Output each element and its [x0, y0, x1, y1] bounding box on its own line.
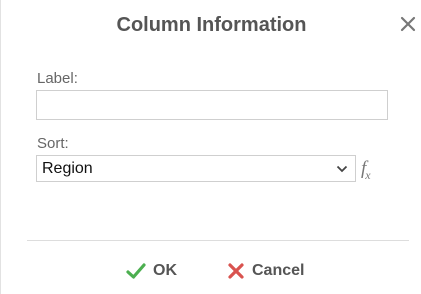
x-icon	[228, 263, 244, 279]
chevron-down-icon	[336, 165, 348, 173]
sort-caption: Sort:	[37, 135, 69, 152]
formula-button[interactable]: fx	[361, 158, 385, 182]
ok-label: OK	[153, 262, 177, 279]
fx-icon: fx	[361, 158, 371, 182]
label-input[interactable]	[36, 90, 388, 120]
dialog-title: Column Information	[116, 14, 307, 36]
ok-button[interactable]: OK	[126, 259, 177, 283]
close-button[interactable]	[398, 14, 418, 34]
column-information-dialog: Column Information Label: Sort: Region f…	[0, 0, 421, 294]
footer-divider	[27, 240, 409, 241]
sort-select[interactable]: Region	[36, 155, 356, 182]
cancel-label: Cancel	[252, 262, 305, 279]
close-icon	[400, 16, 416, 32]
cancel-button[interactable]: Cancel	[227, 259, 304, 283]
label-caption: Label:	[37, 70, 78, 87]
checkmark-icon	[126, 263, 146, 279]
sort-selected-value: Region	[42, 160, 93, 177]
